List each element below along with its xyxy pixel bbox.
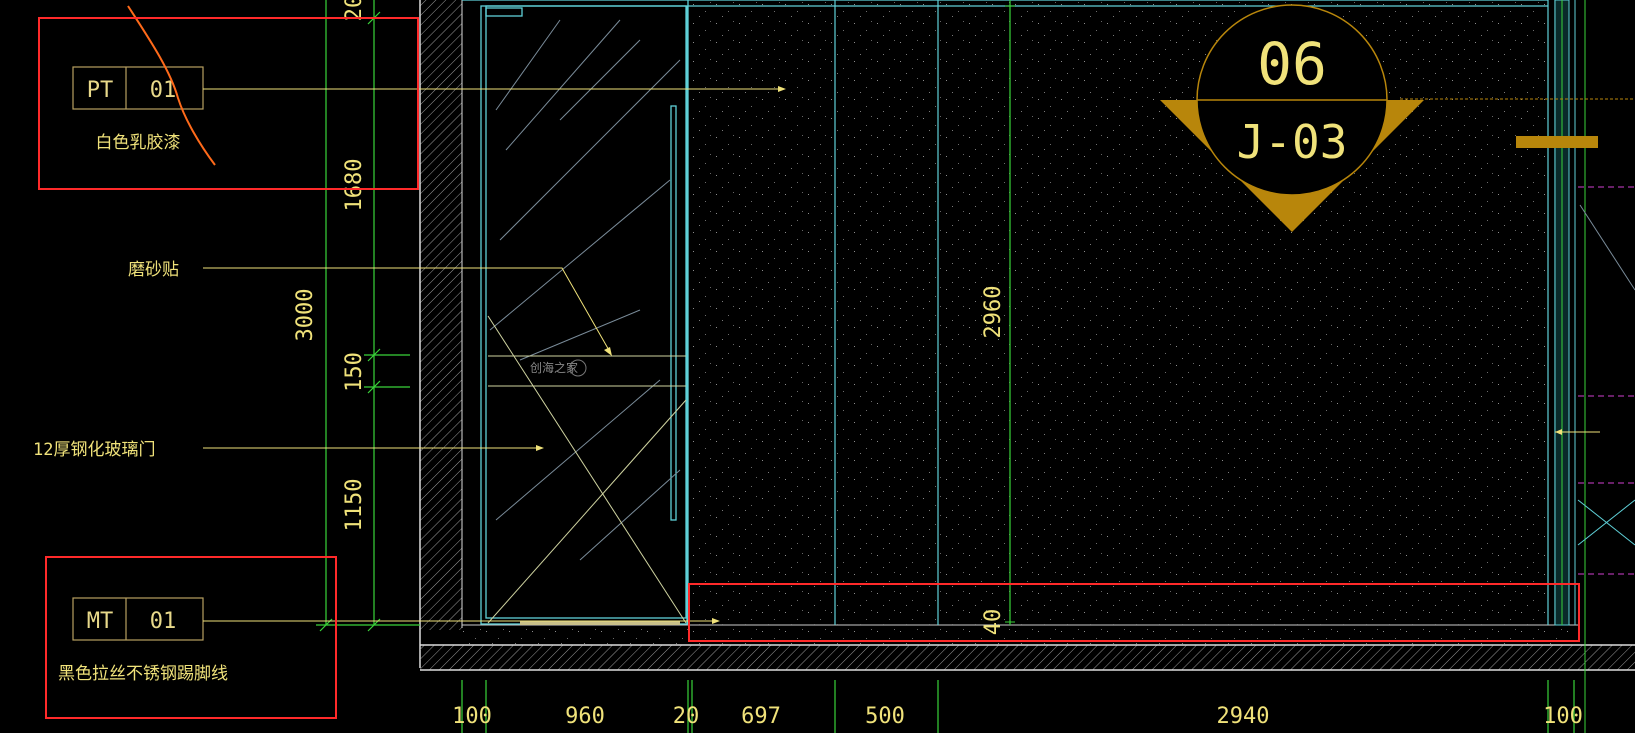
section-sheet: J-03 <box>1237 115 1348 169</box>
dim-overall: 3000 <box>293 289 318 342</box>
leader-glass-door: 12厚钢化玻璃门 <box>33 440 544 460</box>
hdim-6: 2940 <box>1217 704 1270 729</box>
dim-base: 40 <box>981 609 1006 636</box>
highlight-box-skirting <box>45 556 337 719</box>
horizontal-dimension-chain <box>461 680 1575 733</box>
tag-mt-number: 01 <box>150 609 177 634</box>
floor-slab-hatch <box>420 645 1635 670</box>
left-wall-hatch <box>420 0 462 630</box>
door-threshold <box>520 621 680 625</box>
label-frosted-film: 磨砂贴 <box>128 260 179 280</box>
hdim-2: 960 <box>565 704 605 729</box>
hdim-3: 20 <box>673 704 700 729</box>
hdim-1: 100 <box>452 704 492 729</box>
wall-finish-texture <box>688 0 1548 625</box>
tag-pt-label: 白色乳胶漆 <box>96 133 181 153</box>
vertical-dimension-chain <box>316 0 420 632</box>
tag-mt-code: MT <box>87 609 114 634</box>
door-swing-lines <box>487 315 687 624</box>
tag-pt-code: PT <box>87 78 114 103</box>
cad-drawing: 创海之家 06 J-03 20 1680 3000 150 1150 2960 … <box>33 0 1635 733</box>
tag-mt-label: 黑色拉丝不锈钢踢脚线 <box>58 664 228 684</box>
leader-frosted-film: 磨砂贴 <box>128 260 612 356</box>
dim-mid: 150 <box>342 352 367 392</box>
dim-interior-height: 2960 <box>981 286 1006 339</box>
watermark-text: 创海之家 <box>530 360 578 375</box>
dim-lower: 1150 <box>342 479 367 532</box>
hdim-5: 500 <box>865 704 905 729</box>
section-number: 06 <box>1257 30 1327 98</box>
hdim-4: 697 <box>741 704 781 729</box>
label-glass-door: 12厚钢化玻璃门 <box>33 440 155 460</box>
dim-upper: 1680 <box>342 159 367 212</box>
hdim-7: 100 <box>1543 704 1583 729</box>
glass-reflection-lines <box>489 19 681 561</box>
